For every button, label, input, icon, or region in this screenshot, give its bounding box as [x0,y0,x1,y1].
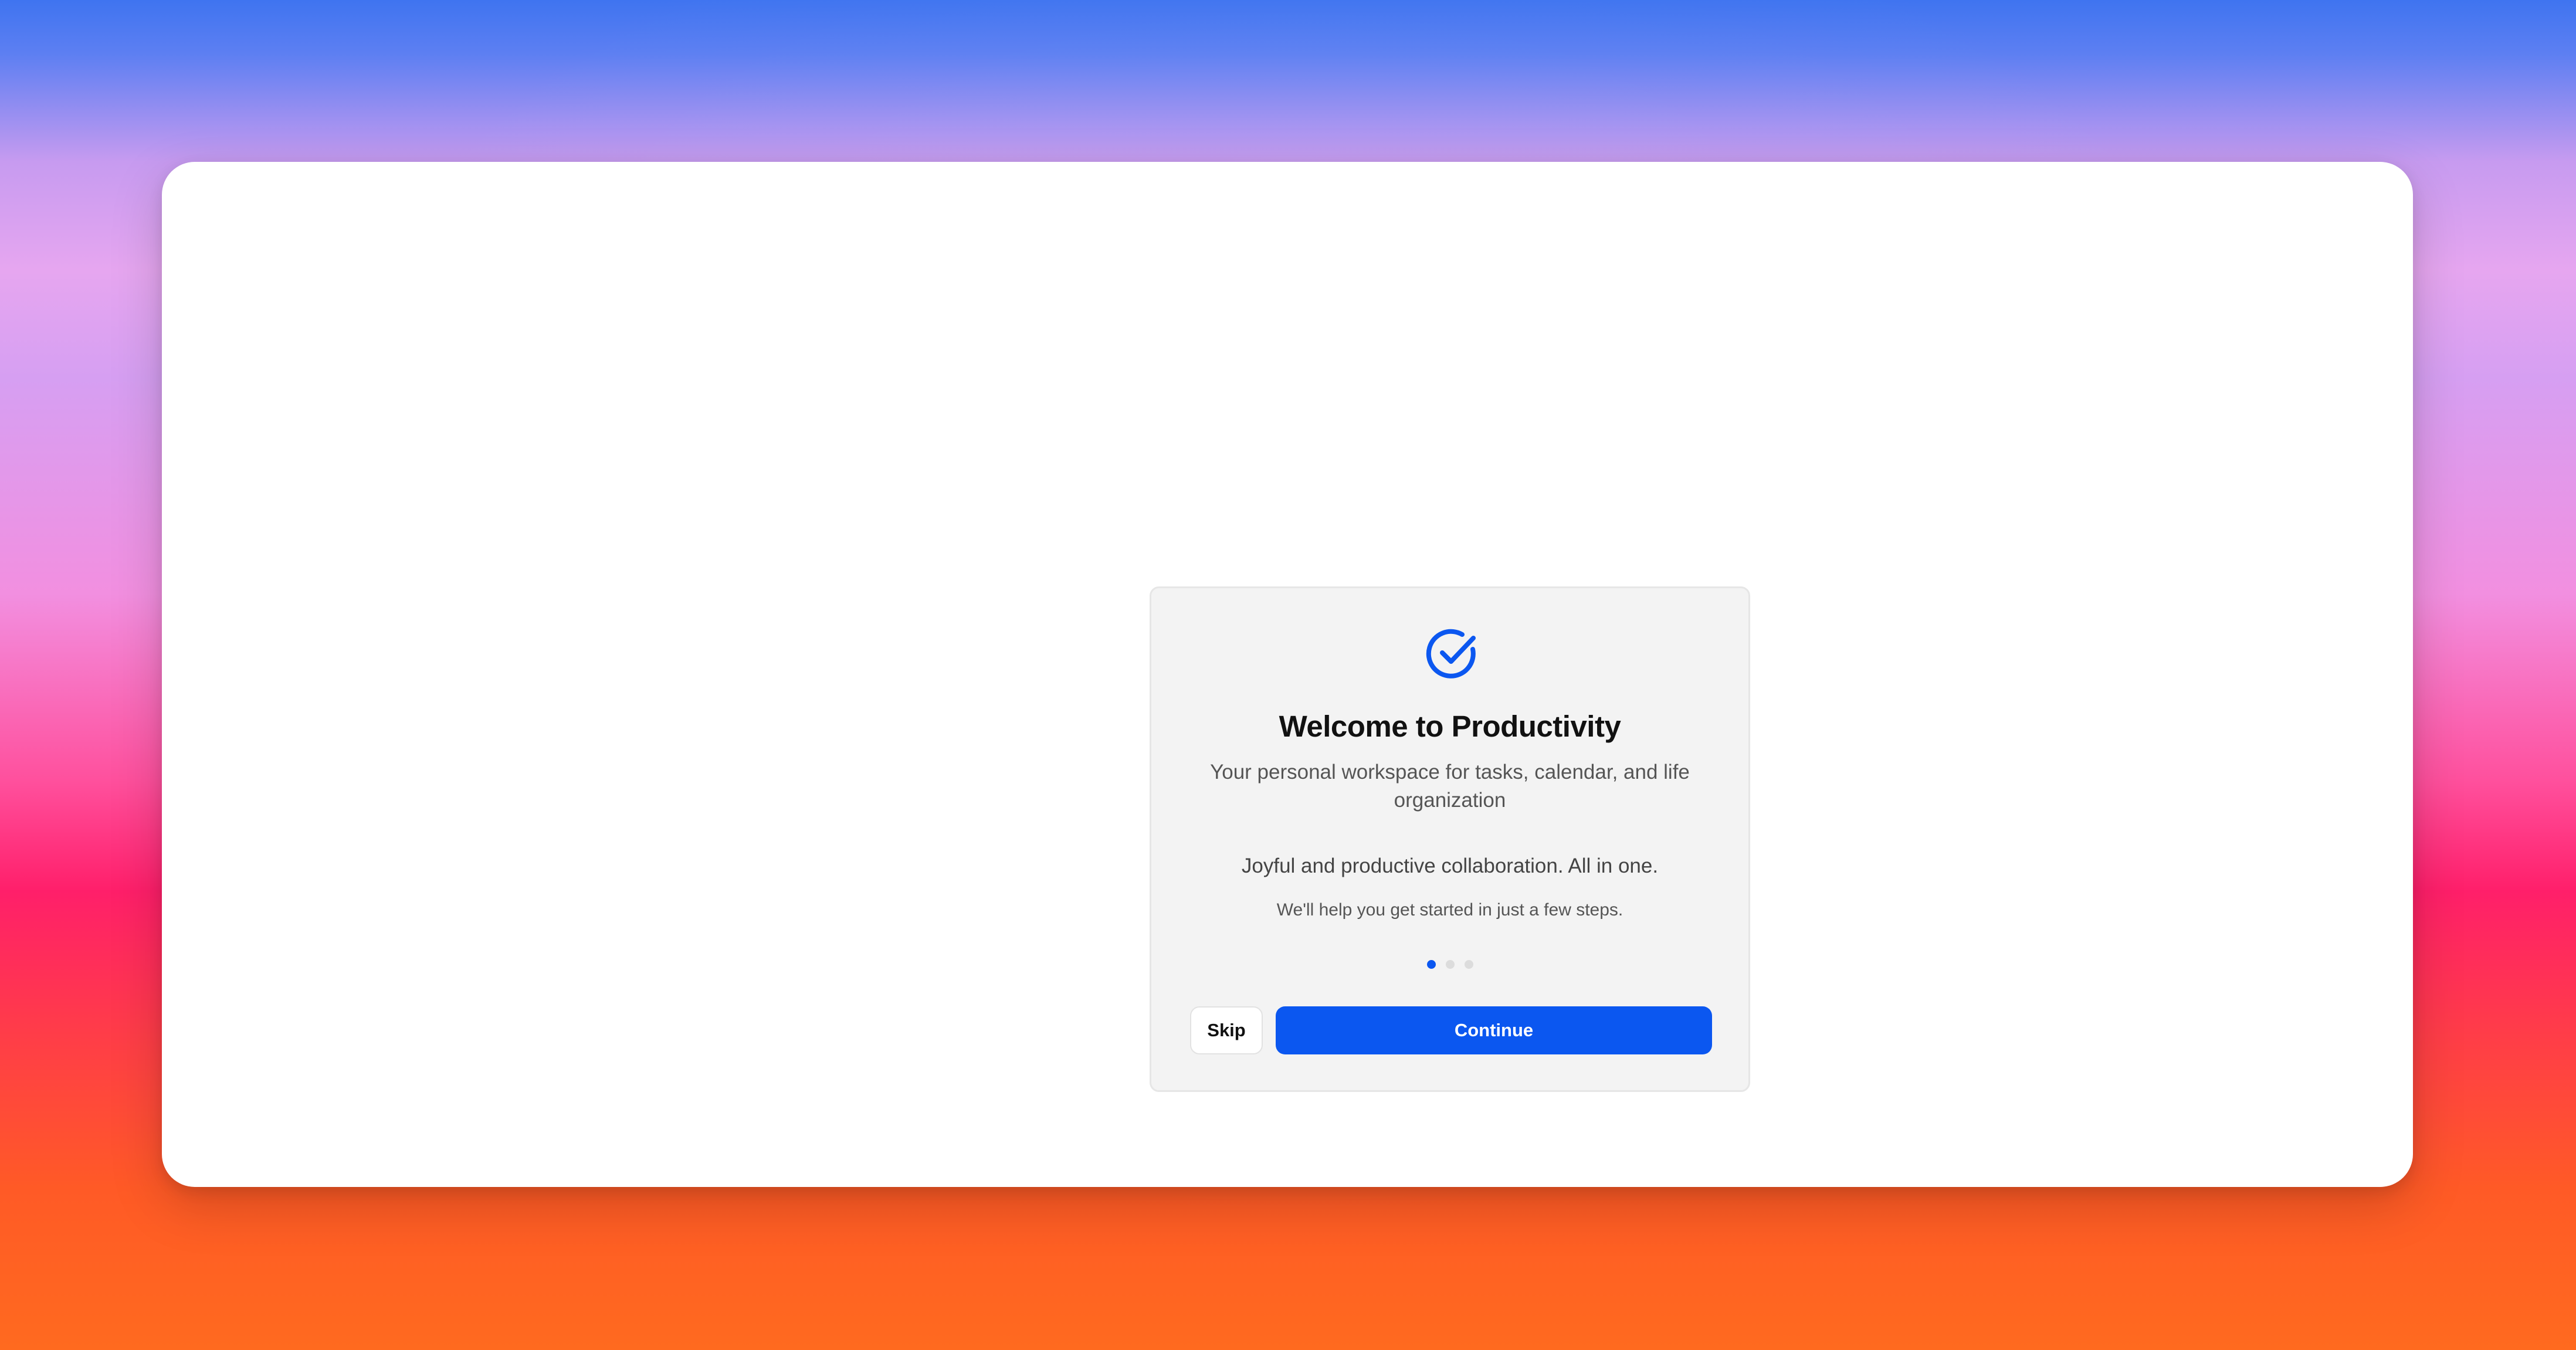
step-dot-3 [1464,960,1473,969]
dialog-helper-text: We'll help you get started in just a few… [1276,900,1623,920]
skip-button[interactable]: Skip [1190,1006,1263,1054]
onboarding-dialog: Welcome to Productivity Your personal wo… [1150,586,1750,1092]
step-indicator [1151,960,1748,972]
step-dot-1 [1426,960,1436,969]
app-window: Welcome to Productivity Your personal wo… [162,162,2413,1187]
dialog-title: Welcome to Productivity [1279,710,1621,743]
continue-button[interactable]: Continue [1276,1006,1712,1054]
step-dot-2 [1445,960,1455,969]
dialog-tagline: Joyful and productive collaboration. All… [1241,854,1659,877]
check-circle-icon [1426,629,1476,679]
dialog-subtitle: Your personal workspace for tasks, calen… [1210,761,1690,812]
